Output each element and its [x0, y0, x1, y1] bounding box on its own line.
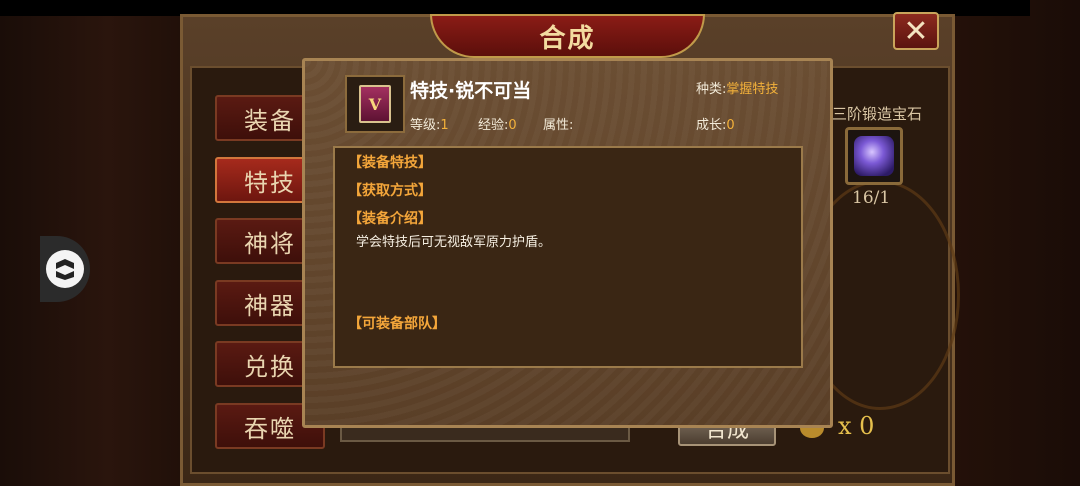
tab-label: 装备 [244, 106, 296, 135]
section-equippable-units: 【可装备部队】 [348, 316, 446, 332]
growth-label: 成长: [696, 118, 727, 133]
type-value: 掌握特技 [726, 82, 779, 97]
tab-label: 兑换 [244, 352, 296, 381]
attr-label: 属性: [543, 118, 574, 133]
growth-value: 0 [726, 118, 735, 133]
tab-label: 吞噬 [244, 414, 296, 443]
exp-value: 0 [508, 118, 517, 133]
level-value: 1 [440, 118, 449, 133]
tab-label: 神将 [244, 229, 296, 258]
window-title-banner: 合成 [430, 14, 705, 58]
material-count: 16/1 [852, 188, 891, 208]
item-icon-frame: V [345, 75, 405, 133]
tab-label: 神器 [244, 291, 296, 320]
gem-icon [854, 136, 894, 176]
section-equip-intro: 【装备介绍】 [348, 211, 432, 227]
item-exp: 经验:0 [478, 114, 517, 133]
close-icon: ✕ [903, 13, 929, 49]
close-button[interactable]: ✕ [893, 12, 939, 50]
material-slot[interactable] [845, 127, 903, 185]
section-equip-skill: 【装备特技】 [348, 155, 432, 171]
book-glyph: V [368, 94, 382, 114]
exp-label: 经验: [478, 118, 509, 133]
item-attribute: 属性: [543, 114, 573, 133]
window-title: 合成 [539, 23, 596, 54]
section-obtain-method: 【获取方式】 [348, 183, 432, 199]
skill-book-icon: V [359, 85, 391, 123]
level-label: 等级: [410, 118, 441, 133]
background-right [950, 0, 1080, 486]
material-name: 三阶锻造宝石 [832, 105, 923, 123]
background-left [0, 0, 180, 486]
item-name: 特技·锐不可当 [410, 80, 532, 102]
item-level: 等级:1 [410, 114, 449, 133]
item-description: 学会特技后可无视敌军原力护盾。 [356, 235, 552, 250]
assistive-touch-icon [46, 250, 84, 288]
currency-amount: x 0 [838, 412, 875, 440]
item-type: 种类:掌握特技 [696, 78, 778, 97]
item-growth: 成长:0 [696, 114, 735, 133]
tab-label: 特技 [244, 168, 296, 197]
type-label: 种类: [696, 82, 727, 97]
